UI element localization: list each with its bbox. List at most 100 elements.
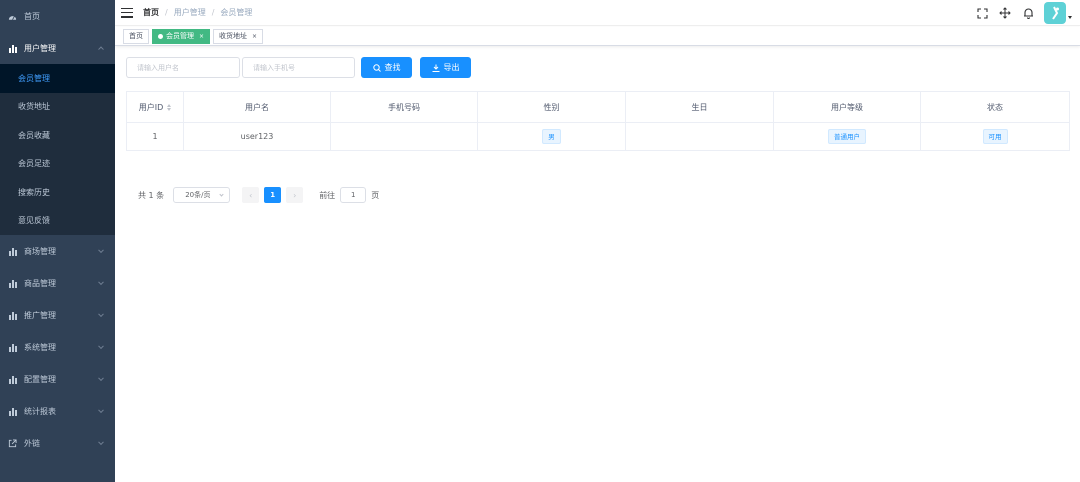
download-icon (432, 64, 440, 72)
sidebar-item-stats[interactable]: 统计报表 (0, 395, 115, 427)
sidebar-item-label: 系统管理 (24, 342, 56, 352)
cell-id: 1 (126, 122, 184, 151)
search-icon (372, 63, 381, 72)
table-header-row: 用户ID 用户名 手机号码 性别 生日 用户等级 状态 (126, 91, 1070, 123)
sidebar-item-system[interactable]: 系统管理 (0, 331, 115, 363)
sidebar-item-label: 外链 (24, 438, 40, 448)
sidebar-item-label: 商场管理 (24, 246, 56, 256)
breadcrumb-user-mgmt: 用户管理 (173, 8, 206, 17)
sidebar-item-footprint[interactable]: 会员足迹 (0, 150, 115, 179)
sidebar-item-home[interactable]: 首页 (0, 0, 115, 32)
dashboard-icon (8, 12, 17, 21)
search-button[interactable]: 查找 (361, 57, 412, 78)
tags-view: 首页 会员管理 × 收货地址 × (115, 27, 1080, 46)
close-icon[interactable]: × (199, 33, 204, 40)
chart-icon (8, 311, 17, 320)
column-header-id[interactable]: 用户ID (126, 91, 184, 123)
cell-status: 可用 (920, 122, 1070, 151)
caret-down-icon[interactable] (1068, 15, 1072, 19)
sidebar-item-favorites[interactable]: 会员收藏 (0, 121, 115, 150)
goto-page-input[interactable]: 1 (340, 187, 367, 203)
column-header-username: 用户名 (183, 91, 331, 123)
breadcrumb-home[interactable]: 首页 (143, 7, 159, 18)
chart-icon (8, 279, 17, 288)
cell-phone (330, 122, 478, 151)
page-size-select[interactable]: 20条/页 (173, 187, 231, 203)
sidebar-item-search-history[interactable]: 搜索历史 (0, 178, 115, 207)
sidebar-item-external[interactable]: 外链 (0, 427, 115, 459)
chevron-down-icon (219, 192, 224, 197)
sidebar-item-mall[interactable]: 商场管理 (0, 235, 115, 267)
external-link-icon (8, 438, 17, 448)
sidebar-item-user-mgmt[interactable]: 用户管理 (0, 32, 115, 64)
phone-input[interactable]: 请输入手机号 (242, 57, 355, 78)
chevron-down-icon (98, 407, 104, 414)
bell-icon[interactable] (1021, 6, 1035, 20)
cell-gender: 男 (477, 122, 626, 151)
sidebar-item-address[interactable]: 收货地址 (0, 93, 115, 122)
tag-member[interactable]: 会员管理 × (152, 28, 211, 44)
submenu-user-mgmt: 会员管理 收货地址 会员收藏 会员足迹 搜索历史 意见反馈 (0, 64, 115, 235)
table-row: 1 user123 男 普通用户 可用 (126, 122, 1070, 151)
chevron-down-icon (98, 279, 104, 286)
pagination-total: 共 1 条 (138, 190, 165, 200)
sidebar-item-goods[interactable]: 商品管理 (0, 267, 115, 299)
breadcrumb: 首页 / 用户管理 / 会员管理 (143, 7, 252, 18)
tag-address[interactable]: 收货地址 × (213, 28, 264, 44)
prev-page-button[interactable]: ‹ (242, 187, 260, 203)
member-table: 用户ID 用户名 手机号码 性别 生日 用户等级 状态 1 user123 男 … (126, 91, 1070, 151)
column-header-status: 状态 (920, 91, 1070, 123)
chart-icon (8, 375, 17, 384)
page-size-value: 20条/页 (185, 191, 211, 199)
active-dot-icon (158, 33, 163, 39)
tag-label: 首页 (129, 32, 143, 40)
username-input[interactable]: 请输入用户名 (126, 57, 240, 78)
hamburger-icon[interactable] (121, 7, 133, 18)
sidebar-item-promo[interactable]: 推广管理 (0, 299, 115, 331)
cell-birthday (625, 122, 774, 151)
chevron-down-icon (98, 375, 104, 382)
filter-bar: 请输入用户名 请输入手机号 查找 导出 (126, 57, 1069, 78)
chevron-up-icon (98, 46, 104, 53)
chevron-down-icon (98, 311, 104, 318)
export-button[interactable]: 导出 (420, 57, 471, 78)
size-move-icon[interactable] (998, 6, 1012, 20)
chevron-down-icon (98, 439, 104, 446)
goto-suffix: 页 (371, 190, 380, 200)
tag-home[interactable]: 首页 (123, 28, 149, 44)
fullscreen-icon[interactable] (975, 6, 989, 20)
cell-level: 普通用户 (773, 122, 921, 151)
sort-icon[interactable] (167, 103, 172, 111)
chart-icon (8, 247, 17, 256)
chevron-down-icon (98, 343, 104, 350)
column-header-level: 用户等级 (773, 91, 921, 123)
sidebar-item-member[interactable]: 会员管理 (0, 64, 115, 93)
page-number-current[interactable]: 1 (264, 187, 282, 203)
column-header-gender: 性别 (477, 91, 626, 123)
column-header-birthday: 生日 (625, 91, 774, 123)
chart-icon (8, 44, 17, 53)
status-tag: 可用 (982, 129, 1008, 144)
sidebar-item-label: 商品管理 (24, 278, 56, 288)
chart-icon (8, 343, 17, 352)
sidebar-item-label: 统计报表 (24, 406, 56, 416)
avatar[interactable] (1044, 2, 1066, 24)
chart-icon (8, 407, 17, 416)
sidebar-item-config[interactable]: 配置管理 (0, 363, 115, 395)
column-header-label: 用户ID (138, 102, 164, 112)
sidebar-item-feedback[interactable]: 意见反馈 (0, 207, 115, 236)
close-icon[interactable]: × (252, 33, 257, 40)
sidebar-item-label: 配置管理 (24, 374, 56, 384)
next-page-button[interactable]: › (286, 187, 304, 203)
breadcrumb-member: 会员管理 (220, 8, 253, 17)
level-tag: 普通用户 (828, 129, 866, 144)
tag-label: 会员管理 (166, 32, 194, 40)
sidebar-item-label: 用户管理 (24, 43, 56, 53)
chevron-down-icon (98, 247, 104, 254)
main-content: 请输入用户名 请输入手机号 查找 导出 用户ID 用户名 手机号码 性别 生日 (115, 47, 1080, 482)
sidebar-item-label: 推广管理 (24, 310, 56, 320)
pagination: 共 1 条 20条/页 ‹ 1 › 前往 1 页 (126, 187, 1069, 203)
breadcrumb-separator: / (165, 8, 168, 17)
search-button-label: 查找 (384, 63, 401, 72)
navbar: 首页 / 用户管理 / 会员管理 (115, 0, 1080, 26)
